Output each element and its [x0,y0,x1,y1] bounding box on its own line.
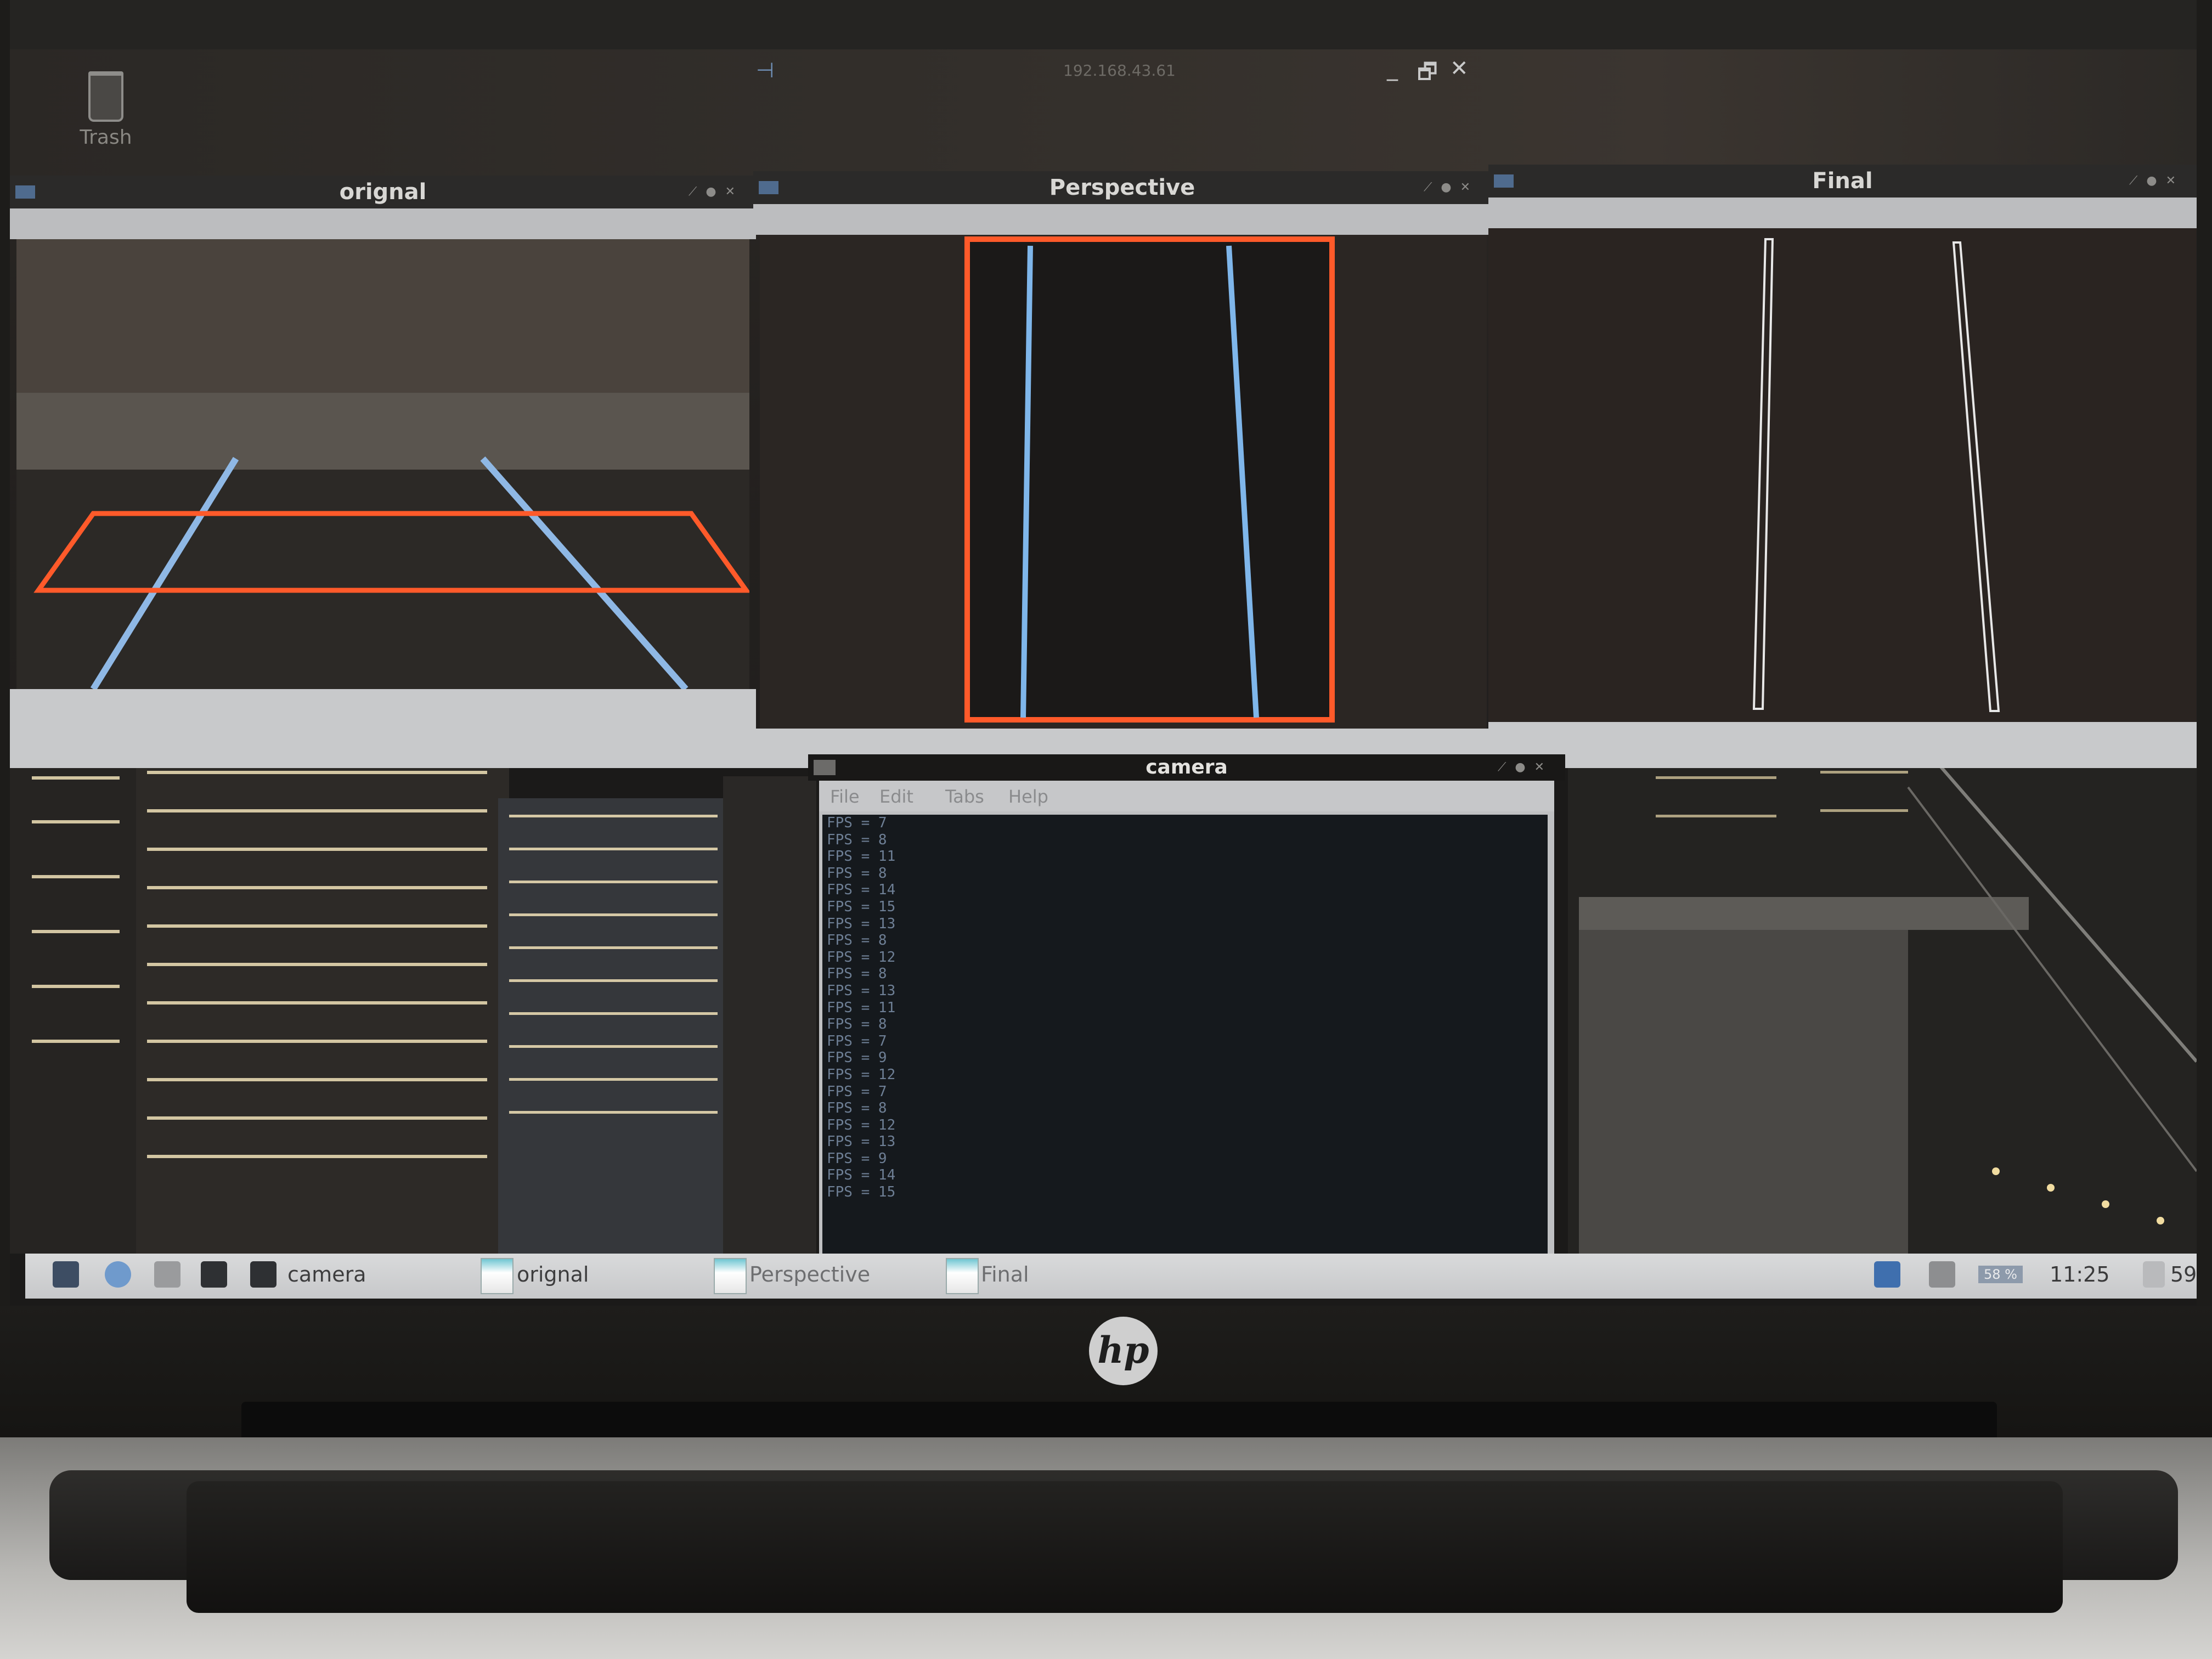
window-controls[interactable]: ⟋●✕ [1424,171,1479,204]
perspective-task-icon [714,1258,747,1294]
fps-line: FPS = 8 [827,932,887,949]
camera-terminal-window: camera ⟋●✕ File Edit Tabs Help FPS = 7 FP… [808,754,1565,1286]
orignal-task-icon [481,1258,514,1294]
final-footer [1488,722,2197,768]
original-title: orignal [339,179,427,205]
terminal-menubar: File Edit Tabs Help [819,781,1554,811]
network-icon[interactable] [1874,1261,1900,1288]
menu-file[interactable]: File [830,786,860,807]
minimize-icon[interactable]: _ [1387,56,1398,81]
camera-task-icon [250,1261,276,1288]
perspective-toolbar [753,204,1491,235]
trash-label: Trash [80,126,132,149]
laptop-screen: Trash ⊣ 192.168.43.61 _ 🗗 ✕ orignal ⟋●✕ [10,49,2197,1306]
task-perspective[interactable]: Perspective [749,1262,870,1286]
fps-line: FPS = 15 [827,1184,896,1201]
terminal-title: camera [1146,756,1228,778]
fps-line: FPS = 11 [827,999,896,1016]
final-edge-image [1488,228,2197,722]
terminal-output[interactable]: FPS = 7 FPS = 8 FPS = 11 FPS = 8 FPS = 14 FPS… [819,811,1554,1279]
fps-line: FPS = 12 [827,949,896,966]
window-icon [1494,174,1514,188]
fps-line: FPS = 8 [827,966,887,983]
restore-icon[interactable]: 🗗 [1417,56,1438,93]
fps-line: FPS = 9 [827,1150,887,1167]
fps-line: FPS = 8 [827,831,887,848]
fps-line: FPS = 8 [827,1016,887,1033]
taskbar: camera orignal Perspective Final 58 % 11… [25,1254,2197,1299]
fps-line: FPS = 14 [827,882,896,899]
laptop-bezel-top [0,0,2212,49]
fps-line: FPS = 12 [827,1066,896,1083]
perspective-warped-image [760,235,1487,729]
menu-help[interactable]: Help [1008,786,1048,807]
window-icon [759,181,778,194]
fps-line: FPS = 13 [827,1133,896,1150]
fps-line: FPS = 8 [827,1100,887,1117]
original-footer [10,689,756,768]
perspective-titlebar[interactable]: Perspective ⟋●✕ [753,171,1491,204]
start-menu-icon[interactable] [53,1261,79,1288]
file-manager-icon[interactable] [154,1261,180,1288]
original-titlebar[interactable]: orignal ⟋●✕ [10,176,756,208]
fps-line: FPS = 7 [827,1083,887,1100]
browser-icon[interactable] [105,1261,131,1288]
original-camera-image [16,239,749,689]
original-window: orignal ⟋●✕ [10,176,756,768]
fps-line: FPS = 7 [827,815,887,831]
task-orignal[interactable]: orignal [517,1262,589,1286]
terminal-launcher-icon[interactable] [201,1261,227,1288]
fps-line: FPS = 12 [827,1116,896,1133]
perspective-title: Perspective [1049,175,1195,200]
volume-level[interactable]: 58 % [1978,1266,2023,1283]
perspective-window: Perspective ⟋●✕ [753,171,1491,768]
window-controls[interactable]: ⟋●✕ [1498,754,1553,781]
fps-line: FPS = 9 [827,1049,887,1066]
trash-desktop-icon[interactable]: Trash [62,71,150,149]
original-toolbar [10,208,756,239]
hp-logo: hp [1089,1317,1158,1385]
menu-tabs[interactable]: Tabs [945,786,984,807]
final-toolbar [1488,198,2197,228]
fps-line: FPS = 7 [827,1032,887,1049]
menu-edit[interactable]: Edit [879,786,913,807]
final-window: Final ⟋●✕ [1488,165,2197,768]
fps-line: FPS = 15 [827,898,896,915]
window-controls[interactable]: ⟋●✕ [689,176,744,208]
laptop-hinge-inner [187,1481,2063,1613]
battery-icon[interactable] [2143,1261,2165,1288]
task-final[interactable]: Final [981,1262,1029,1286]
terminal-titlebar[interactable]: camera ⟋●✕ [808,754,1565,781]
battery-level: 59 [2170,1262,2197,1286]
laptop-bezel-left [0,0,10,1306]
fps-line: FPS = 14 [827,1167,896,1184]
remote-host-title: 192.168.43.61 [1063,61,1176,80]
clock[interactable]: 11:25 [2050,1262,2110,1286]
fps-line: FPS = 13 [827,915,896,932]
terminal-scrollbar[interactable] [1548,811,1554,1278]
final-titlebar[interactable]: Final ⟋●✕ [1488,165,2197,198]
pin-icon[interactable]: ⊣ [756,58,774,82]
remote-session-bar: ⊣ 192.168.43.61 _ 🗗 ✕ [756,55,1524,88]
window-controls[interactable]: ⟋●✕ [2129,165,2185,198]
fps-log: FPS = 7 FPS = 8 FPS = 11 FPS = 8 FPS = 14 FPS… [822,815,1551,1201]
fps-line: FPS = 13 [827,982,896,999]
laptop-bezel-right [2197,0,2212,1306]
trash-icon [88,71,123,122]
volume-icon[interactable] [1929,1261,1955,1288]
final-task-icon [946,1258,979,1294]
window-icon [15,185,35,199]
close-icon[interactable]: ✕ [1450,56,1469,81]
task-camera[interactable]: camera [287,1262,366,1286]
final-title: Final [1812,168,1873,194]
fps-line: FPS = 11 [827,848,896,865]
fps-line: FPS = 8 [827,865,887,882]
